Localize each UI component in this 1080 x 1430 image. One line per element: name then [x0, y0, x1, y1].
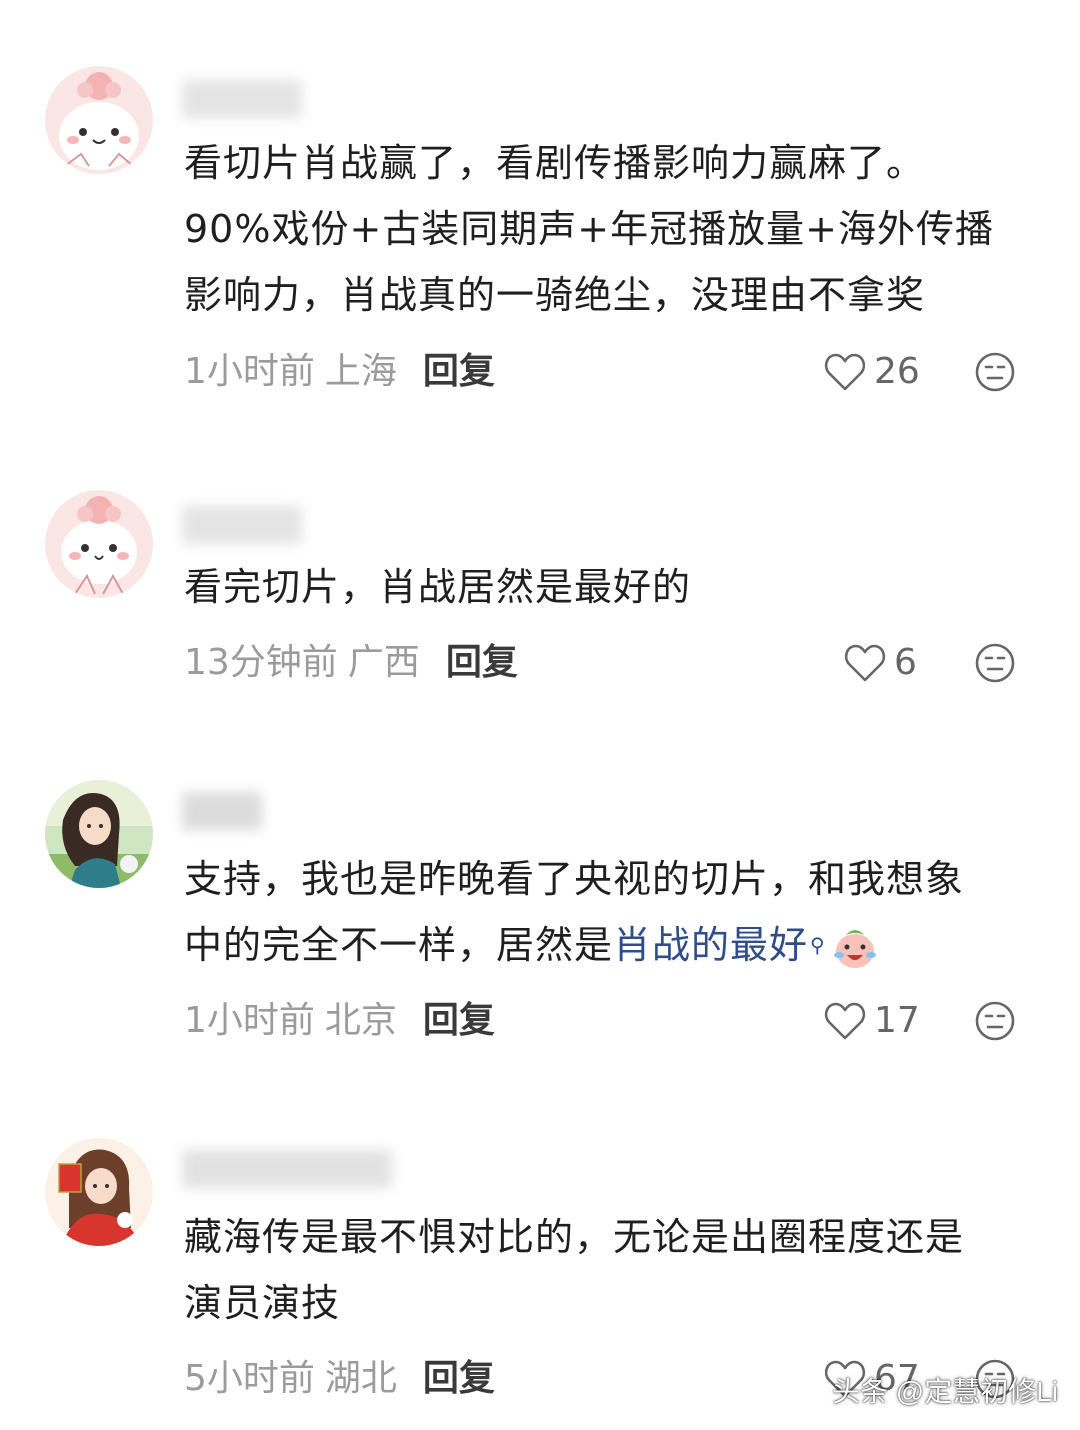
- username-blurred[interactable]: [182, 80, 302, 118]
- username-blurred[interactable]: [182, 792, 262, 830]
- comment-location: 北京: [324, 1000, 397, 1041]
- pink-bunny-avatar-icon: [45, 490, 153, 598]
- comment-location: 上海: [324, 351, 397, 392]
- comment-meta: 1小时前 上海 回复 26: [184, 347, 1044, 397]
- comment-time: 1小时前: [184, 351, 315, 392]
- comment-text-line: 藏海传是最不惧对比的，无论是出圈程度还是: [184, 1215, 965, 1259]
- crying-laugh-emoji-icon: [833, 929, 876, 968]
- reply-button[interactable]: 回复: [423, 351, 495, 392]
- comment-text: 看完切片，肖战居然是最好的: [184, 554, 1044, 620]
- like-button[interactable]: 17: [824, 996, 920, 1046]
- dislike-face-icon[interactable]: [974, 642, 1016, 684]
- search-topic-link[interactable]: 肖战的最好: [613, 923, 808, 967]
- comment-text-line: 影响力，肖战真的一骑绝尘，没理由不拿奖: [184, 273, 926, 317]
- comment-text-line: 看完切片，肖战居然是最好的: [184, 565, 692, 609]
- username-blurred[interactable]: [182, 1150, 392, 1188]
- dislike-face-icon[interactable]: [974, 1000, 1016, 1042]
- comment-text-line: 看切片肖战赢了，看剧传播影响力赢麻了。: [184, 141, 926, 185]
- comment-location: 广西: [347, 642, 420, 683]
- comment-location: 湖北: [324, 1358, 397, 1399]
- like-button[interactable]: 6: [844, 638, 917, 688]
- avatar[interactable]: [45, 780, 153, 888]
- avatar[interactable]: [45, 66, 153, 174]
- search-icon[interactable]: ⚲: [810, 912, 826, 978]
- comment-meta: 13分钟前 广西 回复 6: [184, 638, 1044, 688]
- watermark: 头条 @定慧初修Li: [832, 1376, 1058, 1407]
- reply-button[interactable]: 回复: [423, 1000, 495, 1041]
- heart-icon: [824, 353, 866, 391]
- pink-bunny-avatar-icon: [45, 66, 153, 174]
- dislike-face-icon[interactable]: [974, 351, 1016, 393]
- like-count: 6: [894, 642, 917, 683]
- comment-text-line: 支持，我也是昨晚看了央视的切片，和我想象: [184, 857, 965, 901]
- comment-text: 藏海传是最不惧对比的，无论是出圈程度还是 演员演技: [184, 1204, 1044, 1336]
- like-count: 26: [874, 351, 920, 392]
- comment-text-line: 中的完全不一样，居然是肖战的最好 ⚲: [184, 912, 1044, 978]
- comment-text: 看切片肖战赢了，看剧传播影响力赢麻了。 90%戏份+古装同期声+年冠播放量+海外…: [184, 130, 1044, 328]
- like-button[interactable]: 26: [824, 347, 920, 397]
- like-count: 17: [874, 1000, 920, 1041]
- comment-meta: 1小时前 北京 回复 17: [184, 996, 1044, 1046]
- heart-icon: [844, 644, 886, 682]
- avatar[interactable]: [45, 1138, 153, 1246]
- reply-button[interactable]: 回复: [423, 1358, 495, 1399]
- comment-time: 1小时前: [184, 1000, 315, 1041]
- comment-text-line: 演员演技: [184, 1281, 341, 1325]
- comment-text: 支持，我也是昨晚看了央视的切片，和我想象 中的完全不一样，居然是肖战的最好 ⚲: [184, 846, 1044, 978]
- comment-text-segment: 中的完全不一样，居然是: [184, 923, 614, 967]
- comment-text-line: 90%戏份+古装同期声+年冠播放量+海外传播: [184, 207, 994, 251]
- reply-button[interactable]: 回复: [446, 642, 518, 683]
- comment-time: 5小时前: [184, 1358, 315, 1399]
- new-year-girl-avatar-icon: [45, 1138, 153, 1246]
- anime-girl-avatar-icon: [45, 780, 153, 888]
- username-blurred[interactable]: [182, 506, 302, 544]
- heart-icon: [824, 1002, 866, 1040]
- avatar[interactable]: [45, 490, 153, 598]
- comment-time: 13分钟前: [184, 642, 338, 683]
